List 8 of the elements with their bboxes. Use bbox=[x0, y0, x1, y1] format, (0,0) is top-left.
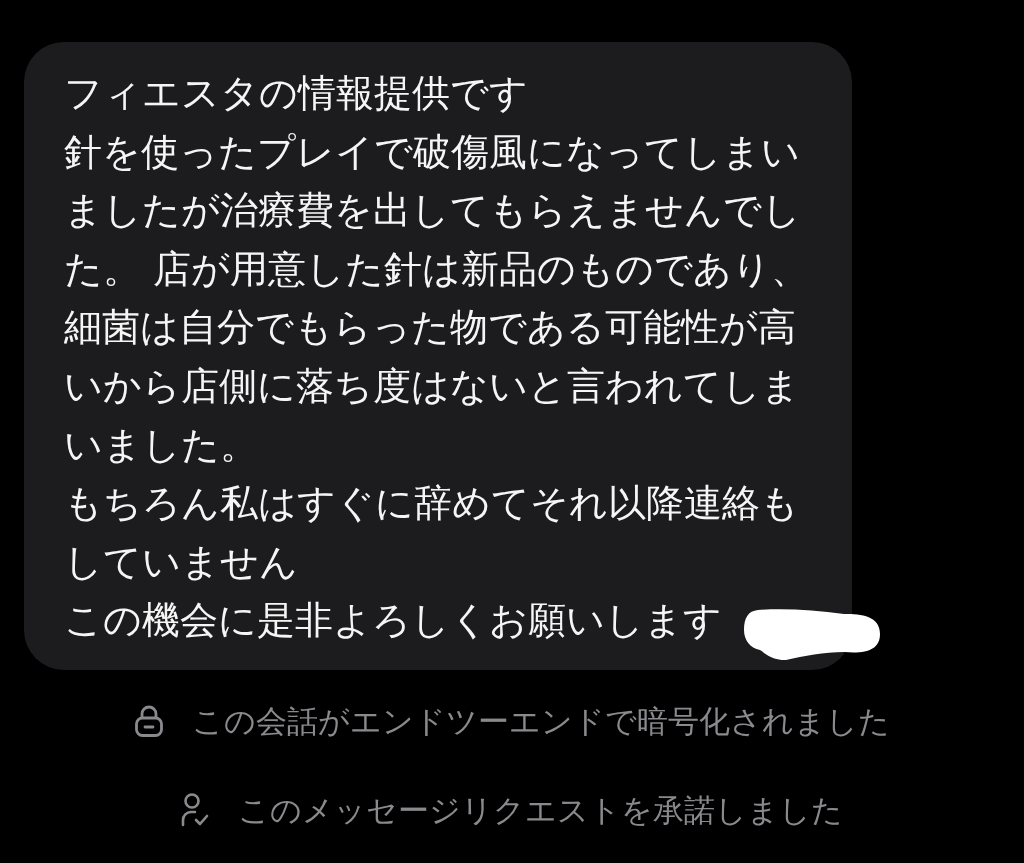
message-text: もちろん私はすぐに辞めてそれ以降連絡もしていません bbox=[64, 480, 800, 586]
person-check-icon bbox=[181, 792, 209, 827]
message-text: 針を使ったプレイで破傷風になってしまいましたが治療費を出してもらえませんでした。 店が用意した針は新品のものであり、細菌は自分でもらった物である可能性が高いから店側に落ち度はないと言われてしまいました。 bbox=[64, 128, 811, 469]
lock-icon bbox=[134, 704, 163, 737]
message-text: フィエスタの情報提供です bbox=[64, 70, 529, 117]
system-notice-text: このメッセージリクエストを承諾しました bbox=[238, 790, 843, 830]
system-notice-text: この会話がエンドツーエンドで暗号化されました bbox=[191, 701, 890, 741]
message-text: この機会に是非よろしくお願いします bbox=[64, 597, 723, 645]
